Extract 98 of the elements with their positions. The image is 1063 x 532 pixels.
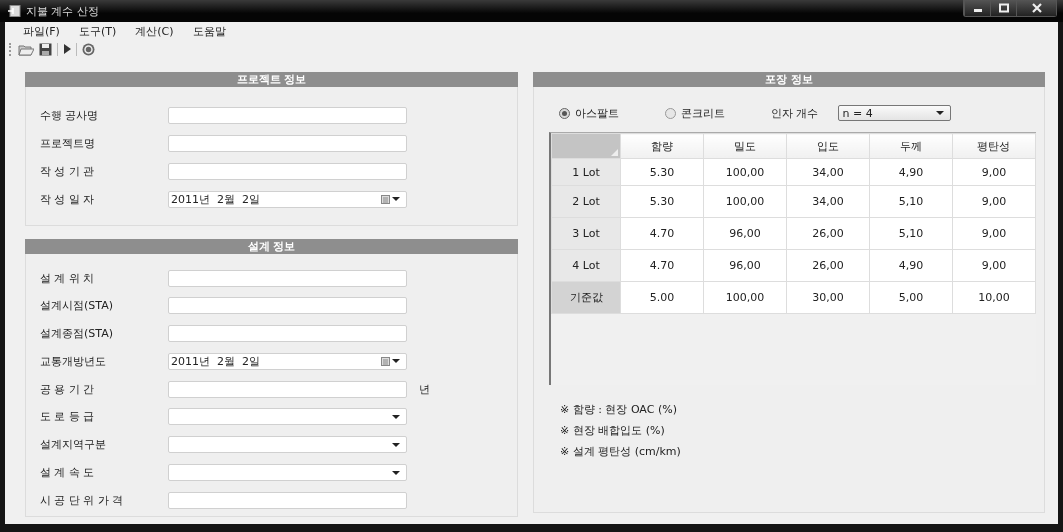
- table-cell: 9,00: [952, 185, 1036, 218]
- dropdown[interactable]: [168, 436, 407, 454]
- table-cell: 26,00: [786, 217, 870, 250]
- table-cell: 100,00: [703, 281, 787, 314]
- row-header[interactable]: 4 Lot: [551, 249, 621, 282]
- table-cell: 5,10: [869, 217, 953, 250]
- maximize-icon: [998, 3, 1009, 13]
- table-cell: 5,10: [869, 185, 953, 218]
- table-cell: 30,00: [786, 281, 870, 314]
- caret-icon: [935, 111, 944, 115]
- field-label: 프로젝트명: [40, 135, 96, 151]
- dropdown[interactable]: n = 4: [837, 105, 951, 121]
- input-field[interactable]: [168, 491, 407, 509]
- play-icon[interactable]: [63, 44, 71, 54]
- table-cell: 96,00: [703, 217, 787, 250]
- field-label: 설계종점(STA): [40, 326, 114, 342]
- dropdown[interactable]: [168, 464, 407, 482]
- table-cell: 9,00: [952, 217, 1036, 250]
- row-header[interactable]: 기준값: [551, 281, 621, 314]
- calendar-icon: [381, 194, 390, 204]
- table-cell: 96,00: [703, 249, 787, 282]
- table-cell: 26,00: [786, 249, 870, 282]
- input-field[interactable]: [168, 297, 407, 315]
- dropdown[interactable]: [168, 408, 407, 426]
- radio-circle-icon[interactable]: [559, 107, 570, 119]
- menu-item[interactable]: 파일(F): [23, 23, 60, 39]
- field-label: 시 공 단 위 가 격: [40, 492, 125, 508]
- section-header: 포장 정보: [533, 72, 1045, 87]
- section-header: 설계 정보: [25, 239, 518, 254]
- row-header[interactable]: 2 Lot: [551, 185, 621, 218]
- corner-header[interactable]: [551, 133, 621, 159]
- column-header[interactable]: 입도: [786, 133, 870, 159]
- close-icon: [1031, 3, 1042, 13]
- table-cell: 34,00: [786, 158, 870, 186]
- date-picker[interactable]: 2011년 2월 2일: [168, 190, 407, 208]
- field-label: 교통개방년도: [40, 353, 107, 369]
- app-icon: [8, 5, 21, 17]
- table-cell: 10,00: [952, 281, 1036, 314]
- table-cell: 5,00: [869, 281, 953, 314]
- column-header[interactable]: 함량: [620, 133, 704, 159]
- maximize-button[interactable]: [990, 0, 1016, 16]
- minimize-button[interactable]: [964, 0, 990, 16]
- table-cell: 9,00: [952, 249, 1036, 282]
- table-cell: 4.70: [620, 217, 704, 250]
- table-cell: 100,00: [703, 185, 787, 218]
- input-field[interactable]: [168, 134, 407, 152]
- table-cell: 4,90: [869, 249, 953, 282]
- field-label: 설계시점(STA): [40, 298, 114, 314]
- table-cell: 5.30: [620, 158, 704, 186]
- field-label: 설 계 속 도: [40, 465, 96, 481]
- input-field[interactable]: [168, 162, 407, 180]
- note-text: ※ 함량 : 현장 OAC (%): [560, 402, 678, 417]
- caret-icon: [392, 197, 400, 201]
- caret-icon: [392, 442, 400, 447]
- folder-icon[interactable]: [18, 42, 34, 56]
- caret-icon: [392, 470, 400, 475]
- row-header[interactable]: 1 Lot: [551, 158, 621, 186]
- menu-item[interactable]: 계산(C): [135, 23, 174, 39]
- menu-item[interactable]: 도구(T): [78, 23, 117, 39]
- calendar-icon: [381, 356, 390, 366]
- input-field[interactable]: [168, 380, 407, 398]
- field-label: 공 용 기 간: [40, 381, 96, 397]
- triangle-icon: [611, 149, 618, 156]
- field-label: 설 계 위 치: [40, 270, 96, 286]
- unit-label: 년: [419, 381, 430, 397]
- note-text: ※ 설계 평탄성 (cm/km): [560, 444, 682, 459]
- input-field[interactable]: [168, 106, 407, 124]
- field-label: 수행 공사명: [40, 107, 100, 123]
- column-header[interactable]: 평탄성: [952, 133, 1036, 159]
- column-header[interactable]: 밀도: [703, 133, 787, 159]
- table-cell: 5.00: [620, 281, 704, 314]
- caret-icon: [392, 415, 400, 419]
- field-label: 작 성 기 관: [40, 163, 96, 179]
- close-button[interactable]: [1016, 0, 1056, 16]
- column-header[interactable]: 두께: [869, 133, 953, 159]
- table-cell: 34,00: [786, 185, 870, 218]
- field-label: 작 성 일 자: [40, 191, 96, 207]
- caret-icon: [392, 359, 400, 364]
- save-icon[interactable]: [39, 42, 52, 56]
- table-cell: 5.30: [620, 185, 704, 218]
- note-text: ※ 현장 배합입도 (%): [560, 423, 666, 438]
- table-cell: 100,00: [703, 158, 787, 186]
- window-title: 지불 계수 산정: [26, 3, 100, 19]
- input-field[interactable]: [168, 269, 407, 287]
- input-field[interactable]: [168, 325, 407, 343]
- table-cell: 4.70: [620, 249, 704, 282]
- radio-button[interactable]: 콘크리트: [665, 105, 725, 121]
- field-label: 인자 개수: [771, 105, 819, 121]
- section-header: 프로젝트 정보: [25, 72, 518, 87]
- row-header[interactable]: 3 Lot: [551, 217, 621, 250]
- field-label: 도 로 등 급: [40, 409, 96, 425]
- table-cell: 9,00: [952, 158, 1036, 186]
- field-label: 설계지역구분: [40, 437, 107, 453]
- date-picker[interactable]: 2011년 2월 2일: [168, 352, 407, 370]
- menu-item[interactable]: 도움말: [192, 23, 226, 39]
- radio-button[interactable]: 아스팔트: [559, 105, 619, 121]
- radio-circle-icon[interactable]: [665, 107, 676, 119]
- table-cell: 4,90: [869, 158, 953, 186]
